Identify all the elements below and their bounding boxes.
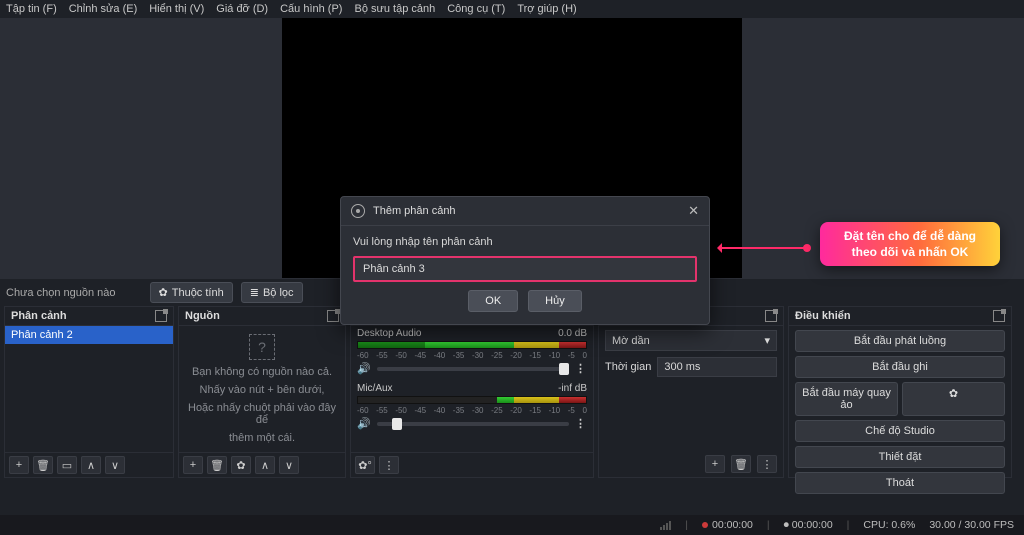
menu-scene-collection[interactable]: Bộ sưu tập cảnh <box>354 3 435 15</box>
dialog-title: Thêm phân cảnh <box>373 205 680 217</box>
start-stream-button[interactable]: Bắt đầu phát luồng <box>795 330 1005 352</box>
annotation-arrow <box>720 247 810 249</box>
network-icon <box>660 520 671 530</box>
scenes-panel: Phân cảnh Phân cảnh 2 + 🗑 ▭ ∧ ∨ <box>4 306 174 478</box>
controls-title: Điều khiển <box>795 310 851 322</box>
desktop-menu-button[interactable]: ⋮ <box>575 362 587 375</box>
start-record-button[interactable]: Bắt đầu ghi <box>795 356 1005 378</box>
menu-view[interactable]: Hiển thị (V) <box>149 3 204 15</box>
popout-icon[interactable] <box>765 310 777 322</box>
scene-filters-button[interactable]: ▭ <box>57 456 77 474</box>
add-source-button[interactable]: + <box>183 456 203 474</box>
docks-row: Phân cảnh Phân cảnh 2 + 🗑 ▭ ∧ ∨ Nguồn ? … <box>0 306 1024 478</box>
popout-icon[interactable] <box>993 310 1005 322</box>
source-props-button[interactable]: ✿ <box>231 456 251 474</box>
status-bar: | 00:00:00 | ⏺ 00:00:00 | CPU: 0.6% 30.0… <box>0 515 1024 535</box>
filters-button[interactable]: ≣Bộ lọc <box>241 282 303 303</box>
sources-panel: Nguồn ? Bạn không có nguồn nào cả. Nhấy … <box>178 306 346 478</box>
menu-profile[interactable]: Cấu hình (P) <box>280 3 342 15</box>
advanced-audio-button[interactable]: ✿° <box>355 456 375 474</box>
sources-empty: ? Bạn không có nguồn nào cả. Nhấy vào nú… <box>179 326 345 452</box>
source-down-button[interactable]: ∨ <box>279 456 299 474</box>
scene-up-button[interactable]: ∧ <box>81 456 101 474</box>
source-up-button[interactable]: ∧ <box>255 456 275 474</box>
menu-dock[interactable]: Giá đỡ (D) <box>216 3 268 15</box>
cancel-button[interactable]: Hủy <box>528 290 582 312</box>
rec-time: ⏺ 00:00:00 <box>784 519 833 532</box>
question-icon: ? <box>249 334 275 360</box>
controls-panel: Điều khiển Bắt đầu phát luồng Bắt đầu gh… <box>788 306 1012 478</box>
cpu-usage: CPU: 0.6% <box>863 519 915 531</box>
annotation-callout: Đặt tên cho để dễ dàng theo dõi và nhấn … <box>820 222 1000 266</box>
properties-button[interactable]: ✿Thuộc tính <box>150 282 233 303</box>
live-dot-icon <box>702 522 708 528</box>
transition-select[interactable]: Mờ dần▾ <box>605 330 777 351</box>
transitions-panel: Chuyển cảnh Mờ dần▾ Thời gian 300 ms + 🗑… <box>598 306 784 478</box>
mic-label: Mic/Aux <box>357 383 393 394</box>
filter-icon: ≣ <box>250 286 259 299</box>
scene-name-input[interactable]: Phân cảnh 3 <box>353 256 697 282</box>
mic-volume-slider[interactable] <box>377 422 569 426</box>
desktop-audio-meter <box>357 341 587 349</box>
gear-icon: ✿ <box>159 286 168 299</box>
popout-icon[interactable] <box>155 310 167 322</box>
menu-tools[interactable]: Công cụ (T) <box>447 3 505 15</box>
speaker-icon[interactable]: 🔊 <box>357 417 371 430</box>
vcam-settings-button[interactable]: ✿ <box>902 382 1005 416</box>
sources-title: Nguồn <box>185 310 220 322</box>
add-scene-button[interactable]: + <box>9 456 29 474</box>
scene-item[interactable]: Phân cảnh 2 <box>5 326 173 344</box>
mic-menu-button[interactable]: ⋮ <box>575 417 587 430</box>
dialog-prompt: Vui lòng nhập tên phân cảnh <box>353 236 697 248</box>
duration-input[interactable]: 300 ms <box>657 357 777 377</box>
remove-transition-button[interactable]: 🗑 <box>731 455 751 473</box>
duration-label: Thời gian <box>605 361 651 373</box>
desktop-audio-db: 0.0 dB <box>558 328 587 339</box>
scenes-title: Phân cảnh <box>11 310 67 322</box>
meter-ticks: -60-55-50-45-40-35-30-25-20-15-10-50 <box>357 406 587 415</box>
scene-down-button[interactable]: ∨ <box>105 456 125 474</box>
add-transition-button[interactable]: + <box>705 455 725 473</box>
meter-ticks: -60-55-50-45-40-35-30-25-20-15-10-50 <box>357 351 587 360</box>
live-time: 00:00:00 <box>702 519 753 531</box>
desktop-audio-label: Desktop Audio <box>357 328 422 339</box>
mixer-panel: Bộ lọc âm thanh Desktop Audio0.0 dB -60-… <box>350 306 594 478</box>
no-source-label: Chưa chọn nguồn nào <box>6 287 116 299</box>
remove-source-button[interactable]: 🗑 <box>207 456 227 474</box>
sources-empty-line: Bạn không có nguồn nào cả. <box>192 366 332 378</box>
settings-button[interactable]: Thiết đặt <box>795 446 1005 468</box>
menu-file[interactable]: Tập tin (F) <box>6 3 57 15</box>
close-button[interactable]: ✕ <box>688 203 699 219</box>
remove-scene-button[interactable]: 🗑 <box>33 456 53 474</box>
start-vcam-button[interactable]: Bắt đầu máy quay ảo <box>795 382 898 416</box>
mixer-menu-button[interactable]: ⋮ <box>379 456 399 474</box>
add-scene-dialog: Thêm phân cảnh ✕ Vui lòng nhập tên phân … <box>340 196 710 325</box>
sources-empty-line: Nhấy vào nút + bên dưới, <box>200 384 325 396</box>
studio-mode-button[interactable]: Chế độ Studio <box>795 420 1005 442</box>
chevron-down-icon: ▾ <box>764 334 770 347</box>
sources-empty-line: Hoặc nhấy chuột phải vào đây để <box>185 402 339 426</box>
exit-button[interactable]: Thoát <box>795 472 1005 494</box>
speaker-icon[interactable]: 🔊 <box>357 362 371 375</box>
desktop-volume-slider[interactable] <box>377 367 569 371</box>
fps: 30.00 / 30.00 FPS <box>929 519 1014 531</box>
menubar: Tập tin (F) Chỉnh sửa (E) Hiển thị (V) G… <box>0 0 1024 18</box>
transition-menu-button[interactable]: ⋮ <box>757 455 777 473</box>
menu-edit[interactable]: Chỉnh sửa (E) <box>69 3 138 15</box>
ok-button[interactable]: OK <box>468 290 518 312</box>
menu-help[interactable]: Trợ giúp (H) <box>517 3 576 15</box>
popout-icon[interactable] <box>327 310 339 322</box>
obs-icon <box>351 204 365 218</box>
mic-db: -inf dB <box>558 383 587 394</box>
sources-empty-line: thêm một cái. <box>229 432 295 444</box>
mic-meter <box>357 396 587 404</box>
